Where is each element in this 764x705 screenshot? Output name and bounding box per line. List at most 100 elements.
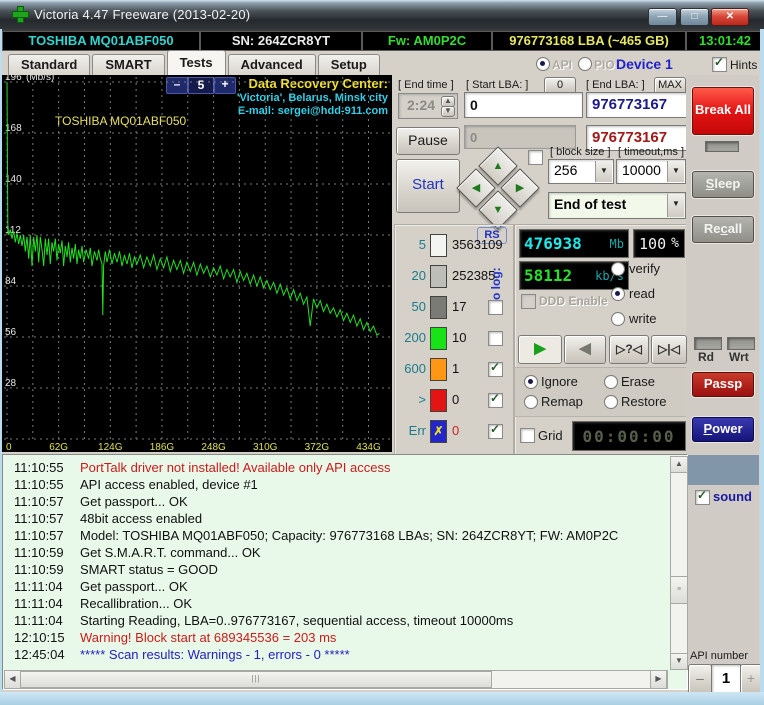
api-radio[interactable] [536,57,550,71]
power-button[interactable]: Power [692,417,754,442]
scroll-left-arrow[interactable]: ◀ [4,670,21,689]
stat-log-checkbox-600[interactable] [488,360,503,377]
log-time: 11:10:59 [14,562,64,577]
device-label: Device 1 [616,56,673,72]
stat-log-checkbox-50[interactable] [488,300,503,315]
log-time: 11:10:55 [14,460,64,475]
stat-label-20: 20 [411,268,426,283]
end-time-spinner[interactable]: 2:24 ▲ ▼ [398,93,458,119]
pio-radio[interactable] [578,57,592,71]
log-time: 11:11:04 [14,613,63,628]
tab-advanced[interactable]: Advanced [227,54,316,75]
log-time: 11:10:55 [14,477,64,492]
rd-label: Rd [698,350,714,364]
recall-button[interactable]: Recall [692,216,754,243]
mode-radio-read[interactable] [611,287,625,301]
log-time: 12:10:15 [14,630,65,645]
read-led [694,337,722,350]
window-title: Victoria 4.47 Freeware (2013-02-20) [34,7,251,22]
tab-smart[interactable]: SMART [92,54,165,75]
action-radio-remap[interactable] [524,395,538,409]
log-message: Warning! Block start at 689345536 = 203 … [80,630,337,645]
action-label-remap: Remap [541,394,583,409]
end-time-down-arrow[interactable]: ▼ [441,106,455,117]
start-lba-input[interactable]: 0 [464,92,583,118]
stat-label-5: 5 [418,237,426,252]
percent-display: 100 % [633,229,685,258]
log-vscroll-thumb[interactable]: ≡ [670,576,688,604]
stat-log-checkbox-Err[interactable] [488,422,503,439]
end-time-label: [ End time ] [398,79,454,91]
end-action-dropdown[interactable]: End of test ▼ [548,192,686,219]
end-lba-input[interactable]: 976773167 [586,92,691,118]
megabytes-unit: Mb [609,236,624,251]
action-radio-ignore[interactable] [524,375,538,389]
stat-label->: > [418,392,426,407]
chevron-down-icon: ▼ [667,194,684,217]
stat-color-box-200 [430,327,447,350]
log-hscroll-thumb[interactable]: ||| [20,671,492,688]
write-led [727,337,755,350]
scroll-down-arrow[interactable]: ▼ [670,653,688,670]
hints-checkbox[interactable] [712,55,727,72]
transport-reverse-button[interactable]: ◀ [564,335,606,364]
nav-option-checkbox[interactable] [528,150,543,165]
grid-checkbox[interactable] [520,428,535,443]
action-radio-erase[interactable] [604,375,618,389]
svg-text:(Mb/s): (Mb/s) [26,75,54,83]
api-number-value: 1 [711,664,741,694]
sound-label: sound [713,489,752,504]
clock: 13:01:42 [686,31,764,51]
log-message: Recallibration... OK [80,596,192,611]
tab-setup[interactable]: Setup [317,54,380,75]
sleep-button[interactable]: Sleep [692,171,754,198]
timeout-dropdown[interactable]: 10000 ▼ [616,159,686,184]
close-button[interactable]: ✕ [711,8,749,26]
mode-radio-write[interactable] [611,312,625,326]
scroll-up-arrow[interactable]: ▲ [670,456,688,473]
sound-checkbox[interactable] [695,488,710,505]
action-label-erase: Erase [621,374,655,389]
start-lba-label: [ Start LBA: ] [466,79,529,91]
action-radio-restore[interactable] [604,395,618,409]
stat-log-checkbox-200[interactable] [488,331,503,346]
drive-model: TOSHIBA MQ01ABF050 [2,31,200,51]
block-size-value: 256 [554,162,578,178]
svg-text:196: 196 [5,75,22,83]
maximize-button[interactable]: □ [680,8,709,26]
minimize-button[interactable]: — [648,8,677,26]
tab-bar: Standard SMART Tests Advanced Setup API PIO … [0,50,764,75]
end-lba-label: [ End LBA: ] [586,79,645,91]
api-number-plus-button[interactable]: + [740,664,762,694]
timeout-label: [ timeout,ms ] [618,146,685,158]
log-message: API access enabled, device #1 [80,477,258,492]
action-label-restore: Restore [621,394,667,409]
window-bottom-border [0,692,764,705]
wrt-label: Wrt [729,350,749,364]
transport-play-button[interactable]: ▶ [518,335,562,364]
passport-button[interactable]: Passp [692,372,754,397]
mode-label-write: write [629,311,657,326]
stat-label-Err: Err [408,423,426,438]
scroll-right-arrow[interactable]: ▶ [650,670,667,689]
log-message: Get passport... OK [80,579,188,594]
transport-seek-end-button[interactable]: ▷|◁ [651,335,687,364]
block-size-dropdown[interactable]: 256 ▼ [548,159,614,184]
log-vertical-scrollbar[interactable] [670,456,688,670]
pause-button[interactable]: Pause [396,127,460,155]
transport-seek-question-button[interactable]: ▷?◁ [609,335,649,364]
mode-radio-verify[interactable] [611,262,625,276]
stat-label-600: 600 [404,361,426,376]
action-label-ignore: Ignore [541,374,578,389]
speed-value: 58112 [524,266,573,285]
log-time: 12:45:04 [14,647,65,662]
tab-tests[interactable]: Tests [166,50,226,75]
api-number-minus-button[interactable]: – [688,664,712,694]
power-label: ower [712,421,743,436]
tab-standard[interactable]: Standard [8,54,91,75]
hints-label: Hints [730,58,758,72]
break-all-button[interactable]: Break All [692,87,754,135]
stat-log-checkbox->[interactable] [488,391,503,408]
start-button[interactable]: Start [396,159,460,213]
down-arrow-icon: ▼ [492,204,504,216]
